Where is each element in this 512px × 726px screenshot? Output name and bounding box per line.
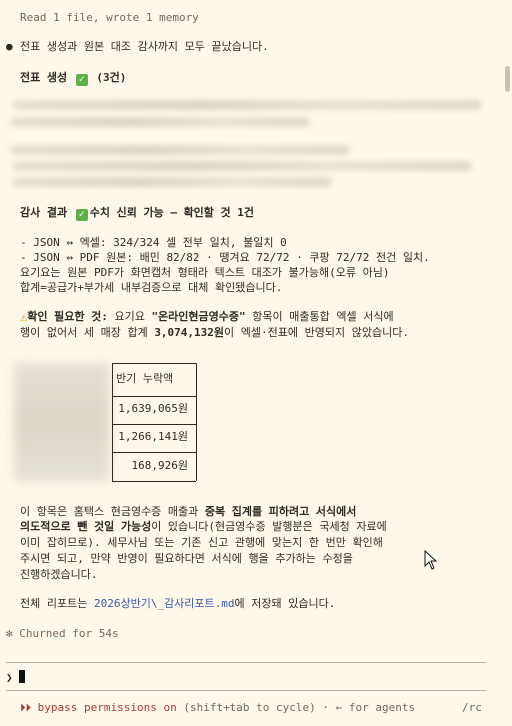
- status-bar: ⏵⏵ bypass permissions on (shift+tab to c…: [20, 700, 415, 716]
- explanation-line-3: 이미 잡히므로). 세무사님 또는 기존 신고 관행에 맞는지 한 번만 확인해: [20, 536, 383, 549]
- warning-line-2: 행이 없어서 세 매장 합계 3,074,132원이 엑셀·전표에 반영되지 않…: [20, 325, 409, 341]
- table-border: [112, 481, 196, 482]
- redacted-line: [10, 145, 350, 155]
- table-border: [112, 363, 196, 364]
- voucher-heading-title: 전표 생성: [20, 71, 68, 84]
- tool-summary-line: Read 1 file, wrote 1 memory: [20, 11, 199, 24]
- done-message: 전표 생성과 원본 대조 감사까지 모두 끝났습니다.: [20, 40, 269, 53]
- warning-line2-b: 이 엑셀·전표에 반영되지 않았습니다.: [224, 326, 409, 339]
- warning-item: "온라인현금영수증": [151, 310, 246, 323]
- warning-amount: 3,074,132원: [154, 326, 225, 339]
- table-header: 반기 누락액: [116, 372, 174, 385]
- check-icon: ✓: [75, 74, 88, 86]
- audit-line-excel: - JSON ↔ 엑셀: 324/324 셀 전부 일치, 불일치 0: [20, 236, 287, 249]
- redacted-line: [12, 161, 472, 171]
- status-right-command: /rc: [462, 701, 482, 714]
- explanation-line-2: 의도적으로 뺀 것일 가능성이 있습니다(현금영수증 발행분은 국세청 자료에: [20, 519, 387, 535]
- explanation-l1-a: 이 항목은 홈택스 현금영수증 매출과: [20, 505, 205, 518]
- redacted-line: [12, 100, 482, 110]
- explanation-line-1: 이 항목은 홈택스 현금영수증 매출과 중복 집계를 피하려고 서식에서: [20, 504, 356, 520]
- explanation-l2-b: 이 있습니다(현금영수증 발행분은 국세청 자료에: [151, 520, 387, 533]
- warning-label: 확인 필요한 것:: [27, 310, 108, 323]
- mouse-pointer-icon: [424, 550, 438, 570]
- status-hint: (shift+tab to cycle) · ← for agents: [183, 701, 416, 714]
- voucher-count: (3건): [96, 71, 127, 84]
- audit-heading: 감사 결과 ✓ 수치 신뢰 가능 — 확인할 것 1건: [20, 205, 254, 221]
- churned-status: ✻ Churned for 54s: [6, 627, 119, 640]
- audit-heading-title: 감사 결과: [20, 206, 68, 219]
- report-text-a: 전체 리포트는: [20, 597, 94, 610]
- report-line: 전체 리포트는 2026상반기\_감사리포트.md에 저장돼 있습니다.: [20, 596, 335, 612]
- audit-line-yogiyo: 요기요는 원본 PDF가 화면캡처 형태라 텍스트 대조가 불가능해(오류 아님…: [20, 266, 390, 279]
- redacted-line: [10, 117, 310, 127]
- redacted-store-column: [14, 362, 110, 482]
- table-border: [196, 363, 197, 481]
- audit-verdict: 수치 신뢰 가능 — 확인할 것 1건: [89, 206, 255, 219]
- check-icon: ✓: [75, 209, 88, 221]
- table-border: [112, 452, 196, 453]
- bypass-arrows-icon: ⏵⏵: [20, 701, 31, 714]
- text-cursor: [19, 670, 26, 683]
- explanation-l1-b: 중복 집계를 피하려고 서식에서: [204, 505, 357, 518]
- message-bullet: ●: [6, 40, 13, 53]
- table-cell: 168,926원: [131, 459, 188, 472]
- table-cell: 1,266,141원: [118, 430, 188, 443]
- report-file-link[interactable]: 2026상반기\_감사리포트.md: [94, 597, 235, 610]
- report-text-b: 에 저장돼 있습니다.: [234, 597, 336, 610]
- warning-text-a: 요기요: [107, 310, 152, 323]
- prompt-top-border: [6, 662, 486, 663]
- prompt-bottom-border: [6, 690, 486, 691]
- table-border: [112, 424, 196, 425]
- audit-line-internal: 합계=공급가+부가세 내부검증으로 대체 확인됐습니다.: [20, 281, 283, 294]
- table-cell: 1,639,065원: [118, 402, 188, 415]
- warning-text-b: 항목이 매출통합 엑셀 서식에: [245, 310, 394, 323]
- redacted-line: [12, 177, 332, 187]
- audit-line-pdf: - JSON ↔ PDF 원본: 배민 82/82 · 땡겨요 72/72 · …: [20, 251, 430, 264]
- voucher-heading: 전표 생성 ✓ (3건): [20, 70, 126, 86]
- prompt-input[interactable]: ❯: [6, 670, 26, 686]
- prompt-chevron-icon: ❯: [6, 671, 13, 684]
- bypass-permissions-label[interactable]: bypass permissions on: [38, 701, 177, 714]
- explanation-line-4: 주시면 되고, 만약 반영이 필요하다면 서식에 행을 추가하는 수정을: [20, 552, 353, 565]
- warning-line-1: ⚠확인 필요한 것: 요기요 "온라인현금영수증" 항목이 매출통합 엑셀 서식…: [20, 309, 394, 325]
- explanation-line-5: 진행하겠습니다.: [20, 568, 98, 581]
- explanation-l2-a: 의도적으로 뺀 것일 가능성: [20, 520, 152, 533]
- warning-line2-a: 행이 없어서 세 매장 합계: [20, 326, 155, 339]
- scrollbar-thumb[interactable]: [505, 66, 510, 92]
- table-border: [112, 396, 196, 397]
